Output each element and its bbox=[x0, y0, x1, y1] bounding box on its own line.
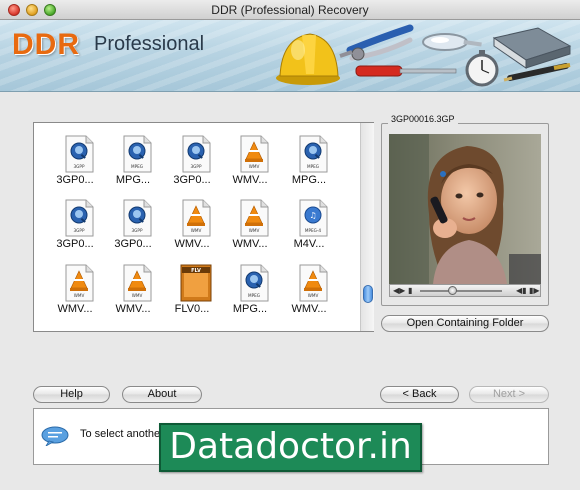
svg-text:3GPP: 3GPP bbox=[191, 164, 202, 169]
watermark: Datadoctor.in bbox=[159, 423, 422, 472]
file-name-label: WMV... bbox=[57, 303, 93, 315]
file-item[interactable]: 3GPP 3GP0... bbox=[103, 193, 163, 255]
file-list-panel: 3GPP 3GP0... MPEG MPG... 3GPP 3GP0... WMV WMV..… bbox=[33, 122, 374, 332]
header-banner: DDR Professional bbox=[0, 20, 580, 92]
file-item[interactable]: WMV WMV... bbox=[279, 258, 339, 320]
video-preview-image bbox=[389, 134, 541, 284]
file-name-label: 3GP0... bbox=[56, 238, 94, 250]
vlc-cone-file-icon: WMV bbox=[240, 199, 269, 237]
file-item[interactable]: ♫ MPEG-4 M4V... bbox=[279, 193, 339, 255]
file-name-label: MPG... bbox=[232, 303, 268, 315]
quicktime-file-icon: MPEG bbox=[240, 264, 269, 302]
flv-file-icon: FLV bbox=[180, 264, 212, 302]
file-item[interactable]: WMV WMV... bbox=[220, 193, 280, 255]
next-button[interactable]: Next > bbox=[469, 386, 549, 403]
book-icon bbox=[492, 27, 572, 69]
speech-bubble-icon bbox=[41, 426, 69, 446]
pliers-icon bbox=[339, 24, 414, 61]
svg-text:WMV: WMV bbox=[191, 228, 202, 233]
vlc-cone-file-icon: WMV bbox=[299, 264, 328, 302]
svg-text:WMV: WMV bbox=[308, 293, 319, 298]
m4v-file-icon: ♫ MPEG-4 bbox=[299, 199, 328, 237]
banner-tools-illustration bbox=[276, 24, 572, 87]
file-item[interactable]: MPEG MPG... bbox=[103, 129, 163, 191]
quicktime-file-icon: 3GPP bbox=[65, 199, 94, 237]
about-button[interactable]: About bbox=[122, 386, 202, 403]
quicktime-file-icon: 3GPP bbox=[65, 135, 94, 173]
window-title: DDR (Professional) Recovery bbox=[211, 3, 369, 17]
file-name-label: WMV... bbox=[291, 303, 327, 315]
scrollbar-thumb[interactable] bbox=[363, 285, 373, 303]
file-name-label: MPG... bbox=[115, 174, 151, 186]
svg-text:FLV: FLV bbox=[191, 268, 201, 274]
quicktime-file-icon: 3GPP bbox=[182, 135, 211, 173]
file-item[interactable]: WMV WMV... bbox=[103, 258, 163, 320]
vlc-cone-file-icon: WMV bbox=[65, 264, 94, 302]
magnifier-icon bbox=[422, 33, 482, 51]
svg-text:MPEG: MPEG bbox=[131, 164, 143, 169]
rewind-icon[interactable]: ◀▮ bbox=[516, 286, 527, 296]
file-name-label: WMV... bbox=[115, 303, 151, 315]
vlc-cone-file-icon: WMV bbox=[182, 199, 211, 237]
file-name-label: WMV... bbox=[174, 238, 210, 250]
svg-text:MPEG-4: MPEG-4 bbox=[305, 228, 322, 233]
svg-text:MPEG: MPEG bbox=[248, 293, 260, 298]
video-seek-track[interactable] bbox=[420, 290, 502, 292]
svg-text:MPEG: MPEG bbox=[307, 164, 319, 169]
screwdriver-icon bbox=[355, 65, 457, 77]
pen-icon bbox=[503, 63, 571, 82]
stopwatch-icon bbox=[465, 50, 499, 87]
svg-text:3GPP: 3GPP bbox=[132, 228, 143, 233]
back-button[interactable]: < Back bbox=[380, 386, 459, 403]
logo-professional: Professional bbox=[94, 33, 205, 55]
vlc-cone-file-icon: WMV bbox=[240, 135, 269, 173]
file-item[interactable]: 3GPP 3GP0... bbox=[45, 193, 105, 255]
vlc-cone-file-icon: WMV bbox=[123, 264, 152, 302]
file-list-scrollbar[interactable] bbox=[360, 123, 374, 331]
svg-text:WMV: WMV bbox=[74, 293, 85, 298]
help-button[interactable]: Help bbox=[33, 386, 110, 403]
svg-text:3GPP: 3GPP bbox=[74, 164, 85, 169]
file-item[interactable]: FLV FLV0... bbox=[162, 258, 222, 320]
play-icon[interactable]: ◀▶ bbox=[393, 286, 405, 296]
svg-text:WMV: WMV bbox=[249, 228, 260, 233]
file-item[interactable]: MPEG MPG... bbox=[279, 129, 339, 191]
file-name-label: MPG... bbox=[291, 174, 327, 186]
logo-ddr: DDR bbox=[12, 28, 80, 61]
file-item[interactable]: WMV WMV... bbox=[162, 193, 222, 255]
svg-text:3GPP: 3GPP bbox=[74, 228, 85, 233]
preview-filename: 3GP00016.3GP bbox=[388, 114, 458, 124]
svg-text:WMV: WMV bbox=[249, 164, 260, 169]
file-name-label: 3GP0... bbox=[173, 174, 211, 186]
fast-forward-icon[interactable]: ▮▶ bbox=[529, 286, 540, 296]
svg-text:♫: ♫ bbox=[309, 211, 316, 220]
file-item[interactable]: WMV WMV... bbox=[220, 129, 280, 191]
svg-text:WMV: WMV bbox=[132, 293, 143, 298]
file-grid: 3GPP 3GP0... MPEG MPG... 3GPP 3GP0... WMV WMV..… bbox=[34, 123, 359, 331]
file-item[interactable]: 3GPP 3GP0... bbox=[45, 129, 105, 191]
file-item[interactable]: MPEG MPG... bbox=[220, 258, 280, 320]
file-item[interactable]: WMV WMV... bbox=[45, 258, 105, 320]
file-name-label: 3GP0... bbox=[114, 238, 152, 250]
title-bar: DDR (Professional) Recovery bbox=[0, 0, 580, 20]
file-item[interactable]: 3GPP 3GP0... bbox=[162, 129, 222, 191]
file-name-label: WMV... bbox=[232, 174, 268, 186]
file-name-label: FLV0... bbox=[174, 303, 210, 315]
volume-icon[interactable]: ▮ bbox=[408, 286, 412, 296]
hard-hat-icon bbox=[276, 33, 340, 85]
status-message: To select anothe bbox=[80, 428, 161, 440]
file-name-label: WMV... bbox=[232, 238, 268, 250]
video-seek-knob[interactable] bbox=[448, 286, 457, 295]
open-containing-folder-button[interactable]: Open Containing Folder bbox=[381, 315, 549, 332]
file-name-label: M4V... bbox=[293, 238, 325, 250]
quicktime-file-icon: MPEG bbox=[299, 135, 328, 173]
quicktime-file-icon: 3GPP bbox=[123, 199, 152, 237]
quicktime-file-icon: MPEG bbox=[123, 135, 152, 173]
video-controls: ◀▶ ▮ ◀▮ ▮▶ bbox=[389, 284, 541, 297]
file-name-label: 3GP0... bbox=[56, 174, 94, 186]
